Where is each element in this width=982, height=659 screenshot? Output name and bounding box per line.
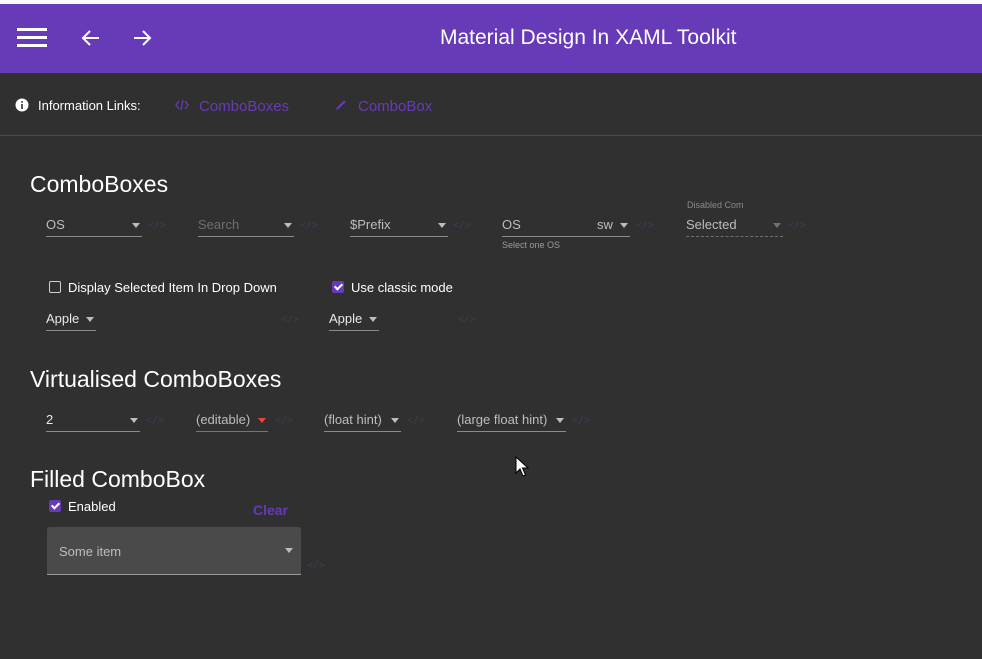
app-title: Material Design In XAML Toolkit — [440, 26, 737, 49]
large-float-hint-combobox[interactable]: (large float hint) — [457, 410, 566, 432]
pencil-icon[interactable] — [335, 98, 348, 116]
filled-combobox[interactable]: Some item — [47, 527, 301, 575]
chevron-down-icon — [620, 223, 628, 228]
code-icon[interactable]: </> — [453, 220, 471, 231]
editable-combobox-value: (editable) — [196, 412, 251, 427]
information-links-label: Information Links: — [38, 98, 141, 113]
code-icon[interactable]: </> — [572, 415, 590, 426]
chevron-down-icon — [391, 418, 399, 423]
prefix-combobox-value: $Prefix — [350, 217, 391, 232]
link-comboboxes[interactable]: ComboBoxes — [199, 98, 289, 115]
chevron-down-icon — [285, 548, 293, 553]
mouse-cursor-icon — [515, 455, 530, 483]
apple-combobox-left[interactable]: Apple — [46, 309, 96, 331]
code-icon[interactable]: </> — [307, 560, 325, 571]
info-icon — [15, 98, 29, 117]
filled-combobox-value: Some item — [59, 544, 122, 559]
virtualised-combobox-number[interactable]: 2 — [46, 410, 140, 432]
code-icon[interactable]: </> — [146, 415, 164, 426]
classic-mode-label: Use classic mode — [351, 280, 453, 295]
code-icon[interactable]: </> — [788, 220, 806, 231]
code-icon[interactable]: </> — [458, 314, 476, 325]
chevron-down-icon — [556, 418, 564, 423]
chevron-down-icon — [369, 317, 377, 322]
apple-combobox-right[interactable]: Apple — [329, 309, 379, 331]
search-combobox-hint: Search — [198, 217, 240, 232]
enabled-checkbox[interactable] — [49, 500, 61, 512]
code-icon[interactable]: </> — [636, 220, 654, 231]
back-arrow-icon[interactable] — [80, 28, 102, 53]
chevron-down-icon — [438, 223, 446, 228]
virtualised-combobox-number-value: 2 — [46, 412, 54, 427]
code-icon[interactable]: </> — [148, 220, 166, 231]
search-combobox[interactable]: Search — [198, 215, 294, 237]
disabled-combobox-hint: Disabled Com — [687, 200, 744, 210]
code-icon[interactable]: </> — [300, 220, 318, 231]
combobox-suffix: sw — [597, 217, 613, 232]
os-suffix-combobox[interactable]: OS sw — [502, 215, 630, 237]
information-links-bar: Information Links: ComboBoxes ComboBox — [0, 73, 982, 136]
apple-combobox-right-value: Apple — [329, 311, 363, 326]
link-combobox[interactable]: ComboBox — [358, 98, 432, 115]
forward-arrow-icon[interactable] — [131, 28, 153, 53]
chevron-down-icon — [130, 418, 138, 423]
code-icon[interactable]: </> — [275, 415, 293, 426]
app-window: Material Design In XAML Toolkit Informat… — [0, 4, 982, 659]
section-title-filled: Filled ComboBox — [30, 466, 206, 492]
combobox-helper-text: Select one OS — [502, 240, 561, 250]
os-suffix-combobox-value: OS — [502, 217, 521, 232]
code-icon[interactable] — [175, 98, 189, 116]
disabled-combobox-value: Selected — [686, 217, 737, 232]
enabled-label: Enabled — [68, 499, 116, 514]
section-title-comboboxes: ComboBoxes — [30, 171, 169, 197]
chevron-down-icon — [284, 223, 292, 228]
chevron-down-icon — [132, 223, 140, 228]
chevron-down-icon — [86, 317, 94, 322]
prefix-combobox[interactable]: $Prefix — [350, 215, 448, 237]
menu-icon[interactable] — [17, 27, 47, 56]
clear-button[interactable]: Clear — [253, 502, 288, 518]
display-selected-label: Display Selected Item In Drop Down — [68, 280, 277, 295]
os-combobox-value: OS — [46, 217, 65, 232]
code-icon[interactable]: </> — [281, 314, 299, 325]
code-icon[interactable]: </> — [407, 415, 425, 426]
os-combobox[interactable]: OS — [46, 215, 142, 237]
section-title-virtualised: Virtualised ComboBoxes — [30, 366, 282, 392]
title-bar: Material Design In XAML Toolkit — [0, 4, 982, 73]
apple-combobox-left-value: Apple — [46, 311, 80, 326]
float-hint-combobox[interactable]: (float hint) — [324, 410, 401, 432]
editable-combobox[interactable]: (editable) — [196, 410, 268, 432]
classic-mode-checkbox[interactable] — [332, 281, 344, 293]
chevron-down-icon — [773, 223, 781, 228]
float-hint-combobox-value: (float hint) — [324, 412, 382, 427]
display-selected-checkbox[interactable] — [49, 281, 61, 293]
large-float-hint-combobox-value: (large float hint) — [457, 412, 548, 427]
disabled-combobox: Selected — [686, 215, 783, 237]
chevron-down-icon — [258, 418, 266, 423]
